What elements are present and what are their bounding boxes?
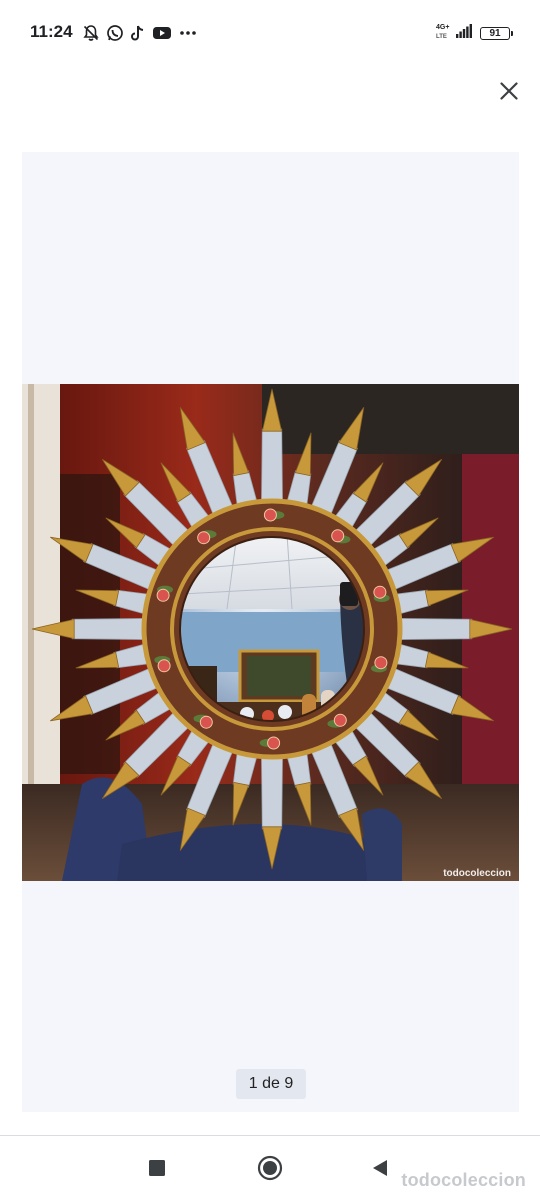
tiktok-icon <box>130 24 146 42</box>
back-button[interactable] <box>364 1152 396 1184</box>
silver-ray <box>260 748 284 830</box>
silver-ray <box>391 617 473 641</box>
signal-icon <box>456 23 472 43</box>
status-time: 11:24 <box>30 22 73 41</box>
home-circle-icon <box>257 1155 283 1181</box>
footer-watermark: todocoleccion <box>401 1170 526 1190</box>
close-icon <box>500 82 518 100</box>
mute-bell-icon <box>82 24 100 42</box>
image-counter: 1 de 9 <box>236 1069 306 1099</box>
image-viewer-screen: 11:24 4G+ LTE 91 todocoleccion 1 de 9 to… <box>0 0 540 1200</box>
carved-flower <box>373 585 387 599</box>
more-dots-icon <box>178 24 198 42</box>
silver-ray <box>71 617 153 641</box>
back-triangle-icon <box>373 1160 387 1176</box>
carved-flower <box>157 659 171 673</box>
carved-flower <box>199 715 213 729</box>
recents-square-icon <box>149 1160 165 1176</box>
network-type: 4G+ LTE <box>436 24 450 40</box>
carved-flower <box>331 529 345 543</box>
carved-flower <box>267 736 281 750</box>
whatsapp-icon <box>106 24 124 42</box>
carved-flower <box>263 508 277 522</box>
battery-icon: 91 <box>480 26 513 40</box>
system-icons: 4G+ LTE 91 <box>436 22 513 44</box>
status-bar: 11:24 4G+ LTE 91 <box>0 0 540 66</box>
carved-flower <box>374 656 388 670</box>
home-button[interactable] <box>254 1152 286 1184</box>
product-photo[interactable]: todocoleccion <box>22 384 519 881</box>
sunburst-mirror-photo: todocoleccion <box>22 384 519 881</box>
image-viewer[interactable]: todocoleccion 1 de 9 <box>22 152 519 1112</box>
silver-ray <box>260 428 284 510</box>
carved-flower <box>197 531 211 545</box>
youtube-icon <box>152 25 172 41</box>
close-button[interactable] <box>494 76 524 106</box>
photo-watermark: todocoleccion <box>443 868 511 879</box>
notification-icons <box>82 22 198 44</box>
carved-flower <box>333 713 347 727</box>
recents-button[interactable] <box>141 1152 173 1184</box>
carved-flower <box>156 588 170 602</box>
